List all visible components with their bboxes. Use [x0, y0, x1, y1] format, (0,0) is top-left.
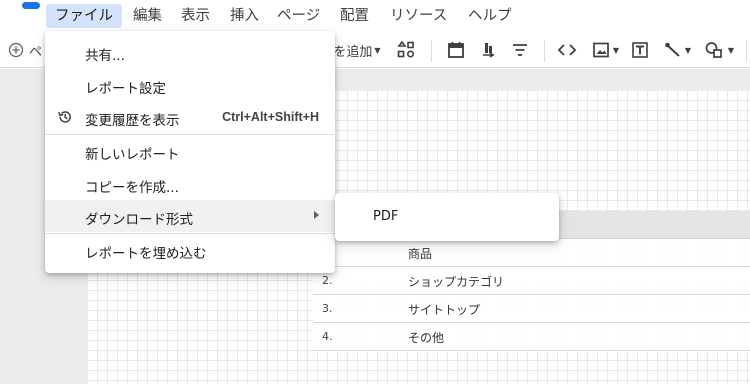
row-value: 商品: [408, 247, 433, 261]
menu-arrange[interactable]: 配置: [331, 4, 378, 28]
menu-item-label: 共有...: [85, 48, 125, 64]
row-value: その他: [408, 331, 445, 345]
shape-icon: [705, 42, 722, 58]
caret-down-icon: ▼: [727, 45, 735, 55]
menu-item-download[interactable]: ダウンロード形式: [45, 200, 335, 232]
row-value: ショップカテゴリ: [408, 275, 505, 289]
row-value: サイトトップ: [408, 303, 481, 317]
line-button[interactable]: ▼: [660, 38, 694, 62]
keyboard-shortcut: Ctrl+Alt+Shift+H: [222, 110, 319, 124]
menu-item-new-report[interactable]: 新しいレポート: [45, 135, 335, 167]
menu-edit[interactable]: 編集: [124, 4, 171, 28]
caret-down-icon: ▼: [374, 45, 381, 55]
line-icon: [665, 42, 680, 57]
caret-down-icon: ▼: [612, 45, 620, 55]
sort-button[interactable]: [476, 38, 500, 62]
submenu-item-label: PDF: [373, 209, 399, 224]
menu-item-label: レポート設定: [85, 81, 166, 97]
text-icon: [632, 42, 648, 58]
toolbar-divider: [431, 40, 432, 62]
add-circle-icon: [8, 42, 24, 58]
menu-page[interactable]: ページ: [268, 4, 329, 28]
table-row[interactable]: 3. サイトトップ: [313, 295, 750, 323]
image-icon: [593, 42, 609, 58]
menu-help[interactable]: ヘルプ: [459, 4, 521, 28]
row-number: 2.: [322, 274, 333, 287]
add-page-label: ペ: [29, 44, 43, 60]
menu-item-label: コピーを作成...: [85, 180, 179, 196]
toolbar-divider: [746, 40, 747, 62]
table-row[interactable]: 4. その他: [313, 323, 750, 351]
toolbar-divider: [544, 40, 545, 62]
add-page-button[interactable]: ペ: [8, 38, 50, 62]
row-number: 4.: [322, 330, 333, 343]
caret-down-icon: ▼: [684, 45, 692, 55]
menu-item-make-copy[interactable]: コピーを作成...: [45, 168, 335, 200]
filter-icon: [513, 44, 527, 56]
menu-item-version-history[interactable]: 変更履歴を表示 Ctrl+Alt+Shift+H: [45, 101, 335, 133]
add-data-label: を追加: [333, 44, 373, 60]
menu-view[interactable]: 表示: [172, 4, 219, 28]
menu-item-label: ダウンロード形式: [85, 212, 193, 228]
image-button[interactable]: ▼: [588, 38, 622, 62]
menu-item-embed-report[interactable]: レポートを埋め込む: [45, 234, 335, 266]
calendar-icon: [448, 42, 464, 58]
shape-button[interactable]: ▼: [700, 38, 738, 62]
sort-icon: [483, 43, 495, 58]
filter-button[interactable]: [508, 38, 532, 62]
menu-resource[interactable]: リソース: [381, 4, 456, 28]
menu-item-report-settings[interactable]: レポート設定: [45, 69, 335, 101]
download-submenu: PDF: [335, 193, 559, 241]
table-row[interactable]: 商品: [313, 239, 750, 267]
text-button[interactable]: [629, 38, 651, 62]
date-range-button[interactable]: [444, 38, 468, 62]
submenu-item-pdf[interactable]: PDF: [335, 201, 559, 233]
menu-item-label: 新しいレポート: [85, 147, 180, 163]
submenu-arrow-icon: [314, 211, 319, 219]
menu-file[interactable]: ファイル: [46, 4, 122, 28]
history-icon: [58, 111, 71, 123]
row-number: 3.: [322, 302, 333, 315]
add-data-button[interactable]: を追加 ▼: [328, 38, 386, 62]
menu-item-label: レポートを埋め込む: [85, 246, 207, 262]
menu-bar: ファイル 編集 表示 挿入 ページ 配置 リソース ヘルプ: [0, 0, 750, 32]
embed-code-button[interactable]: [555, 38, 579, 62]
code-icon: [557, 44, 577, 56]
component-icon: [397, 40, 415, 58]
menu-item-label: 変更履歴を表示: [85, 113, 180, 129]
menu-insert[interactable]: 挿入: [221, 4, 268, 28]
component-button[interactable]: [394, 38, 418, 62]
table-row[interactable]: 2. ショップカテゴリ: [313, 267, 750, 295]
app-logo[interactable]: [22, 2, 40, 9]
menu-item-share[interactable]: 共有...: [45, 36, 335, 68]
file-menu-dropdown: 共有... レポート設定 変更履歴を表示 Ctrl+Alt+Shift+H 新し…: [45, 31, 335, 273]
